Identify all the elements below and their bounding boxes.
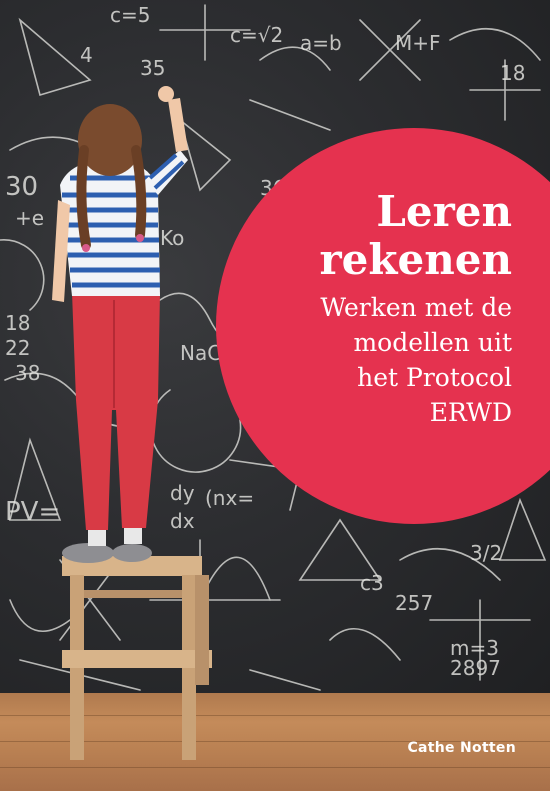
author-name: Cathe Notten: [407, 740, 516, 756]
subtitle-line: modellen uit: [353, 328, 512, 357]
step-stool: [62, 556, 212, 760]
book-title: Leren rekenen: [232, 188, 512, 284]
subtitle-line: het Protocol: [357, 363, 512, 392]
book-cover: c=5 4 35 c=√2 a=b M+F 18 30 +e PV= dy dx…: [0, 0, 550, 791]
title-line: rekenen: [319, 235, 512, 284]
book-subtitle: Werken met de modellen uit het Protocol …: [232, 290, 512, 430]
subtitle-line: Werken met de: [320, 293, 512, 322]
title-line: Leren: [376, 187, 512, 236]
subtitle-line: ERWD: [429, 398, 512, 427]
